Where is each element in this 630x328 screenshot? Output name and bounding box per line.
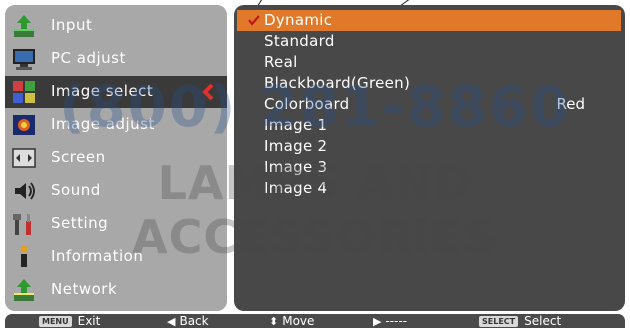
option-label: Dynamic [264, 11, 333, 29]
option-label: Image 3 [264, 158, 328, 176]
option-blackboard-green[interactable]: Blackboard(Green) [234, 73, 625, 94]
option-label: Standard [264, 32, 335, 50]
sidebar-item-information[interactable]: Information [5, 241, 227, 273]
setting-icon [13, 214, 31, 235]
sidebar-item-label: Network [51, 280, 118, 298]
network-icon [14, 279, 34, 301]
option-real[interactable]: Real [234, 52, 625, 73]
colorboard-value: Red [556, 95, 586, 113]
option-dynamic[interactable]: Dynamic [237, 10, 621, 31]
check-icon [248, 15, 260, 26]
image-adjust-icon [13, 115, 35, 135]
selection-arrow-icon [202, 83, 214, 101]
menu-key-icon: MENU [39, 315, 72, 327]
information-icon [20, 245, 28, 267]
pc-adjust-icon [13, 49, 35, 70]
sidebar-item-label: Information [51, 247, 144, 265]
option-label: Real [264, 53, 298, 71]
option-standard[interactable]: Standard [234, 31, 625, 52]
option-label: Colorboard [264, 95, 350, 113]
left-arrow-icon: ◀ [167, 314, 176, 328]
guide-next: ▶ ----- [373, 314, 407, 328]
select-key-icon: SELECT [479, 315, 519, 327]
image-select-icon [13, 81, 35, 103]
input-icon [14, 15, 34, 37]
sidebar-item-label: Image adjust [51, 115, 155, 133]
sidebar-item-screen[interactable]: Screen [5, 142, 227, 174]
sidebar-item-label: PC adjust [51, 49, 126, 67]
guide-exit-label: Exit [77, 314, 101, 328]
guide-next-label: ----- [385, 314, 408, 328]
bottom-guide-bar: MENU Exit ◀ Back ⬍ Move ▶ ----- SELECT S… [5, 314, 625, 328]
guide-back-label: Back [179, 314, 209, 328]
guide-exit: MENU Exit [39, 314, 100, 328]
sidebar-item-pc-adjust[interactable]: PC adjust [5, 43, 227, 75]
option-label: Blackboard(Green) [264, 74, 411, 92]
sidebar-item-label: Image select [51, 82, 154, 100]
sidebar-item-network[interactable]: Network [5, 274, 227, 306]
option-image-3[interactable]: Image 3 [234, 157, 625, 178]
option-image-4[interactable]: Image 4 [234, 178, 625, 199]
sidebar-item-sound[interactable]: Sound [5, 175, 227, 207]
sound-icon [15, 182, 35, 200]
sidebar-item-label: Setting [51, 214, 109, 232]
guide-move: ⬍ Move [269, 314, 314, 328]
guide-move-label: Move [282, 314, 315, 328]
sidebar-item-label: Screen [51, 148, 106, 166]
option-image-1[interactable]: Image 1 [234, 115, 625, 136]
image-select-options-panel: Dynamic Standard Real Blackboard(Green) … [234, 5, 625, 311]
projector-menu-screen: Input PC adjust Image select Image adjus… [0, 0, 630, 328]
screen-icon [12, 148, 36, 168]
sidebar-item-input[interactable]: Input [5, 10, 227, 42]
main-menu-sidebar: Input PC adjust Image select Image adjus… [5, 5, 227, 311]
sidebar-item-label: Input [51, 16, 93, 34]
option-colorboard[interactable]: Colorboard Red [234, 94, 625, 115]
sidebar-item-image-select[interactable]: Image select [5, 76, 227, 108]
guide-back: ◀ Back [167, 314, 209, 328]
option-image-2[interactable]: Image 2 [234, 136, 625, 157]
guide-select-label: Select [524, 314, 562, 328]
option-label: Image 1 [264, 116, 328, 134]
sidebar-item-setting[interactable]: Setting [5, 208, 227, 240]
sidebar-item-image-adjust[interactable]: Image adjust [5, 109, 227, 141]
guide-select: SELECT Select [479, 314, 561, 328]
option-label: Image 2 [264, 137, 328, 155]
option-label: Image 4 [264, 179, 328, 197]
right-arrow-icon: ▶ [373, 314, 382, 328]
sidebar-item-label: Sound [51, 181, 101, 199]
up-down-arrow-icon: ⬍ [269, 314, 279, 328]
